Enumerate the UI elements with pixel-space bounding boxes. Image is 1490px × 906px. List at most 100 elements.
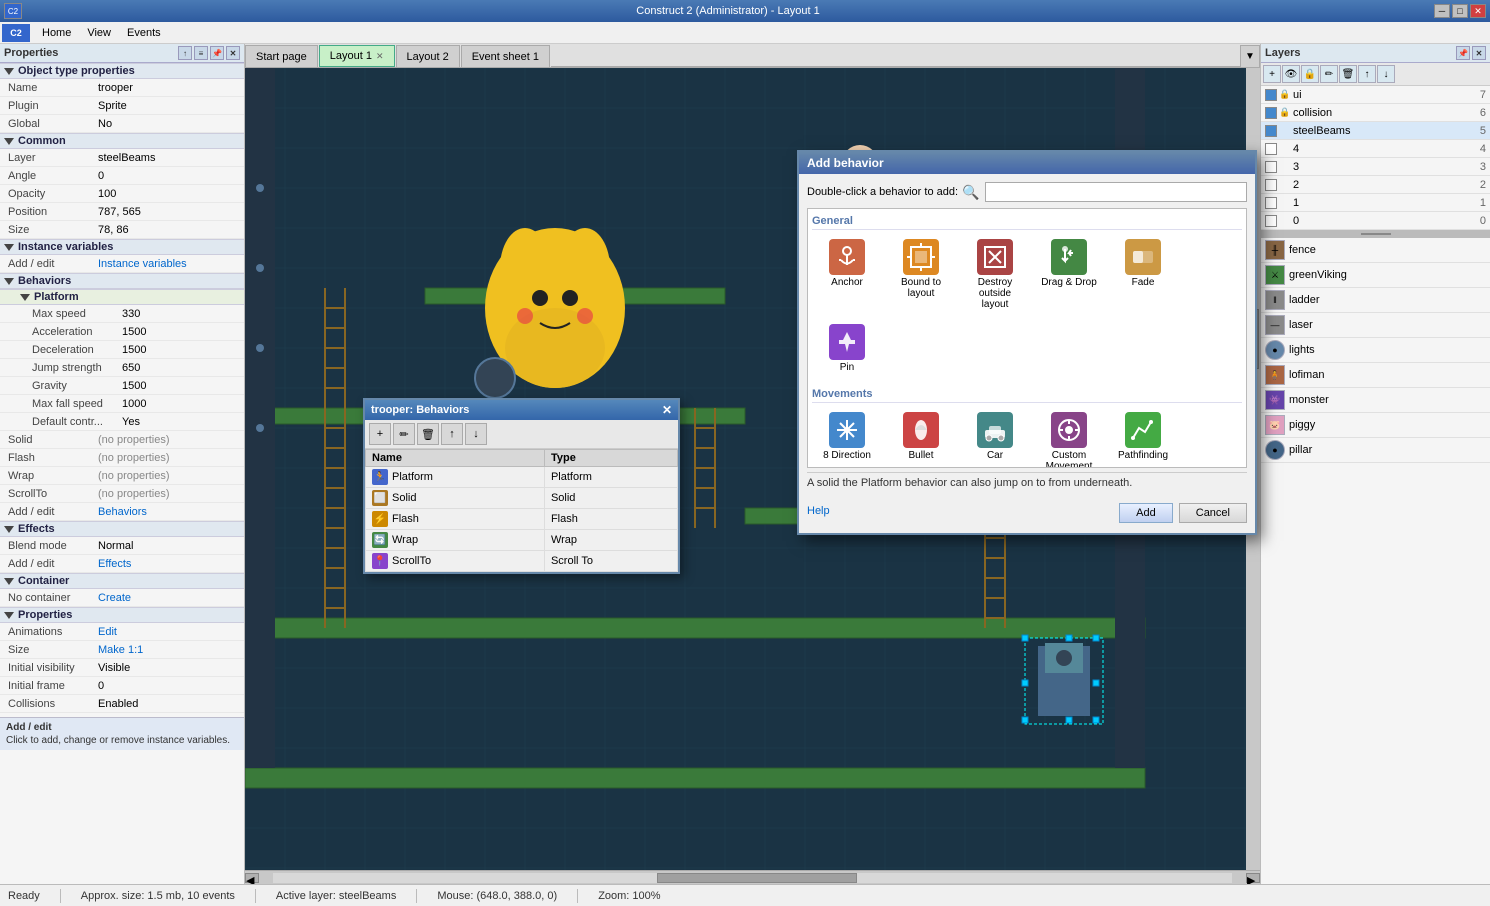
layers-header-icons[interactable]: 📌 ✕	[1456, 46, 1486, 60]
layer-steel-vis[interactable]	[1265, 125, 1277, 137]
layer-up-btn[interactable]: ↑	[1358, 65, 1376, 83]
behav-add-btn[interactable]: +	[369, 423, 391, 445]
menu-view[interactable]: View	[79, 25, 119, 41]
cancel-button[interactable]: Cancel	[1179, 503, 1247, 523]
behav-destroy[interactable]: Destroy outside layout	[960, 234, 1030, 315]
layers-close[interactable]: ✕	[1472, 46, 1486, 60]
behav-pin[interactable]: Pin	[812, 319, 882, 378]
prop-effects-link[interactable]: Effects	[98, 558, 131, 570]
behav-delete-btn[interactable]: 🗑	[417, 423, 439, 445]
prop-icon-1[interactable]: ↑	[178, 46, 192, 60]
menu-home[interactable]: Home	[34, 25, 79, 41]
layer-3-lock[interactable]	[1279, 161, 1291, 173]
layer-ui-lock[interactable]: 🔒	[1279, 89, 1291, 101]
close-button[interactable]: ✕	[1470, 4, 1486, 18]
behav-custom[interactable]: Custom Movement	[1034, 407, 1104, 468]
layer-1-lock[interactable]	[1279, 197, 1291, 209]
layer-1-vis[interactable]	[1265, 197, 1277, 209]
section-object-type[interactable]: Object type properties	[0, 63, 244, 79]
behav-down-btn[interactable]: ↓	[465, 423, 487, 445]
prop-icon-close[interactable]: ✕	[226, 46, 240, 60]
section-instance-vars[interactable]: Instance variables	[0, 239, 244, 255]
prop-container-link[interactable]: Create	[98, 592, 131, 604]
layer-4-vis[interactable]	[1265, 143, 1277, 155]
layer-collision[interactable]: 🔒 collision 6	[1261, 104, 1490, 122]
asset-fence[interactable]: ╫ fence	[1261, 238, 1490, 263]
tab-layout2[interactable]: Layout 2	[396, 45, 460, 67]
layer-down-btn[interactable]: ↓	[1377, 65, 1395, 83]
layer-3[interactable]: 3 3	[1261, 158, 1490, 176]
maximize-button[interactable]: □	[1452, 4, 1468, 18]
layer-steel-lock[interactable]	[1279, 125, 1291, 137]
window-controls[interactable]: ─ □ ✕	[1434, 4, 1486, 18]
tab-layout1[interactable]: Layout 1 ✕	[319, 45, 395, 67]
tab-event-sheet1[interactable]: Event sheet 1	[461, 45, 550, 67]
minimize-button[interactable]: ─	[1434, 4, 1450, 18]
asset-piggy[interactable]: 🐷 piggy	[1261, 413, 1490, 438]
tab-layout1-close[interactable]: ✕	[376, 51, 384, 62]
layer-collision-lock[interactable]: 🔒	[1279, 107, 1291, 119]
asset-laser[interactable]: — laser	[1261, 313, 1490, 338]
layer-2-vis[interactable]	[1265, 179, 1277, 191]
add-button[interactable]: Add	[1119, 503, 1173, 523]
section-behaviors[interactable]: Behaviors	[0, 273, 244, 289]
layers-pin[interactable]: 📌	[1456, 46, 1470, 60]
section-platform[interactable]: Platform	[0, 289, 244, 305]
prop-icon-pin[interactable]: 📌	[210, 46, 224, 60]
canvas-hscrollbar[interactable]: ◀ ▶	[245, 870, 1260, 884]
layer-ui-vis[interactable]	[1265, 89, 1277, 101]
layer-0-lock[interactable]	[1279, 215, 1291, 227]
layer-2-lock[interactable]	[1279, 179, 1291, 191]
asset-lights[interactable]: ● lights	[1261, 338, 1490, 363]
behav-pathfind[interactable]: Pathfinding	[1108, 407, 1178, 468]
hscroll-track[interactable]	[273, 873, 1232, 883]
layer-0[interactable]: 0 0	[1261, 212, 1490, 230]
tab-start-page[interactable]: Start page	[245, 45, 318, 67]
section-effects[interactable]: Effects	[0, 521, 244, 537]
behav-up-btn[interactable]: ↑	[441, 423, 463, 445]
layer-lock-btn[interactable]: 🔒	[1301, 65, 1319, 83]
section-properties[interactable]: Properties	[0, 607, 244, 623]
layer-edit-btn[interactable]: ✏	[1320, 65, 1338, 83]
behav-fade[interactable]: Fade	[1108, 234, 1178, 315]
hscroll-left[interactable]: ◀	[245, 873, 259, 883]
prop-size-anim-link[interactable]: Make 1:1	[98, 644, 143, 656]
prop-beh-link[interactable]: Behaviors	[98, 506, 147, 518]
layer-3-vis[interactable]	[1265, 161, 1277, 173]
section-container[interactable]: Container	[0, 573, 244, 589]
layer-add-btn[interactable]: +	[1263, 65, 1281, 83]
behav-8dir[interactable]: 8 Direction	[812, 407, 882, 468]
hscroll-thumb[interactable]	[657, 873, 857, 883]
asset-greenviking[interactable]: ⚔ greenViking	[1261, 263, 1490, 288]
layer-4[interactable]: 4 4	[1261, 140, 1490, 158]
prop-iv-link[interactable]: Instance variables	[98, 258, 187, 270]
asset-ladder[interactable]: ‖ ladder	[1261, 288, 1490, 313]
layer-collision-vis[interactable]	[1265, 107, 1277, 119]
layer-ui[interactable]: 🔒 ui 7	[1261, 86, 1490, 104]
behav-anchor[interactable]: Anchor	[812, 234, 882, 315]
properties-icons[interactable]: ↑ ≡ 📌 ✕	[178, 46, 240, 60]
layer-delete-btn[interactable]: 🗑	[1339, 65, 1357, 83]
layer-0-vis[interactable]	[1265, 215, 1277, 227]
help-link[interactable]: Help	[807, 505, 830, 517]
behav-bound[interactable]: Bound to layout	[886, 234, 956, 315]
hscroll-right[interactable]: ▶	[1246, 873, 1260, 883]
behav-row-scrollto[interactable]: 📍 ScrollTo Scroll To	[366, 551, 678, 572]
behav-car[interactable]: Car	[960, 407, 1030, 468]
section-common[interactable]: Common	[0, 133, 244, 149]
layer-eye-btn[interactable]: 👁	[1282, 65, 1300, 83]
layer-1[interactable]: 1 1	[1261, 194, 1490, 212]
panel-resize-handle[interactable]	[1261, 230, 1490, 238]
behav-dragdrop[interactable]: Drag & Drop	[1034, 234, 1104, 315]
behav-bullet[interactable]: Bullet	[886, 407, 956, 468]
layer-steelbeams[interactable]: steelBeams 5	[1261, 122, 1490, 140]
behav-row-wrap[interactable]: 🔄 Wrap Wrap	[366, 530, 678, 551]
behav-row-solid[interactable]: ⬜ Solid Solid	[366, 488, 678, 509]
behav-row-flash[interactable]: ⚡ Flash Flash	[366, 509, 678, 530]
prop-icon-2[interactable]: ≡	[194, 46, 208, 60]
asset-lofiman[interactable]: 🧍 lofiman	[1261, 363, 1490, 388]
behav-edit-btn[interactable]: ✏	[393, 423, 415, 445]
prop-animations-link[interactable]: Edit	[98, 626, 117, 638]
behav-row-platform[interactable]: 🏃 Platform Platform	[366, 467, 678, 488]
asset-pillar[interactable]: ● pillar	[1261, 438, 1490, 463]
